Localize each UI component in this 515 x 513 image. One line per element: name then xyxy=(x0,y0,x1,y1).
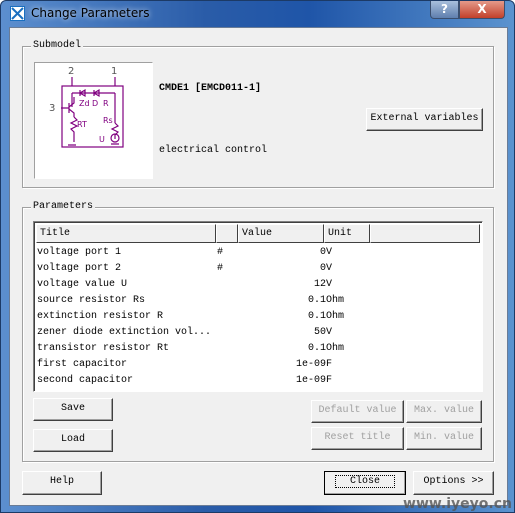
param-flag: # xyxy=(217,247,224,258)
submodel-group-label: Submodel xyxy=(31,40,84,51)
close-window-button[interactable]: X xyxy=(459,1,505,19)
parameters-table[interactable]: Title Value Unit voltage port 1 #0 Vvoltag… xyxy=(33,221,483,392)
param-value: 12 xyxy=(313,279,326,290)
param-value: 0.1 xyxy=(307,295,326,306)
default-value-button[interactable]: Default value xyxy=(311,400,404,423)
rt-label: RT xyxy=(77,120,87,129)
param-unit: V xyxy=(326,327,333,338)
table-row[interactable]: zener diode extinction vol... 50 V xyxy=(36,325,476,341)
submodel-schematic: 2 1 3 Zd D R Rs RT U xyxy=(34,62,153,179)
column-header-flag[interactable] xyxy=(216,224,238,243)
title-bar[interactable]: Change Parameters ? X xyxy=(1,1,515,27)
column-header-title[interactable]: Title xyxy=(36,224,216,243)
submodel-name: CMDE1 [EMCD011-1] xyxy=(159,83,262,94)
table-row[interactable]: voltage port 2 #0 V xyxy=(36,261,476,277)
param-value: 0.1 xyxy=(307,311,326,322)
help-button[interactable]: Help xyxy=(22,471,102,495)
table-row[interactable]: voltage port 1 #0 V xyxy=(36,245,476,261)
param-title: zener diode extinction vol... xyxy=(37,327,212,338)
param-unit: Ohm xyxy=(326,311,345,322)
param-value: 50 xyxy=(313,327,326,338)
reset-title-button[interactable]: Reset title xyxy=(311,427,404,450)
param-title: extinction resistor R xyxy=(37,311,164,322)
min-value-button[interactable]: Min. value xyxy=(406,427,482,450)
param-title: transistor resistor Rt xyxy=(37,343,170,354)
column-header-filler xyxy=(370,224,480,243)
r-label: R xyxy=(103,99,109,108)
param-title: voltage port 2 xyxy=(37,263,122,274)
options-button[interactable]: Options >> xyxy=(413,471,494,495)
dialog-window: Change Parameters ? X Submodel 2 1 3 Zd … xyxy=(0,0,515,513)
table-row[interactable]: source resistor Rs 0.1 Ohm xyxy=(36,293,476,309)
param-unit: Ohm xyxy=(326,343,345,354)
app-icon xyxy=(10,6,25,21)
dialog-client: Submodel 2 1 3 Zd D R Rs RT U CMDE1 [EMC… xyxy=(9,27,508,506)
param-title: voltage port 1 xyxy=(37,247,122,258)
close-button[interactable]: Close xyxy=(324,471,406,495)
submodel-group: Submodel 2 1 3 Zd D R Rs RT U CMDE1 [EMC… xyxy=(22,40,494,188)
close-button-label: Close xyxy=(334,475,395,488)
param-unit: V xyxy=(326,247,333,258)
param-unit: Ohm xyxy=(326,295,345,306)
param-title: source resistor Rs xyxy=(37,295,146,306)
help-title-button[interactable]: ? xyxy=(430,1,459,19)
param-unit: V xyxy=(326,263,333,274)
param-flag: # xyxy=(217,263,224,274)
column-header-value[interactable]: Value xyxy=(238,224,324,243)
submodel-description: electrical control xyxy=(159,145,268,156)
param-title: second capacitor xyxy=(37,375,134,386)
param-title: voltage value U xyxy=(37,279,128,290)
param-value: 1e-09 xyxy=(295,375,326,386)
window-title: Change Parameters xyxy=(31,6,150,20)
save-button[interactable]: Save xyxy=(33,398,113,421)
param-title: first capacitor xyxy=(37,359,128,370)
port1-label: 1 xyxy=(111,66,117,77)
port3-label: 3 xyxy=(49,103,55,114)
table-row[interactable]: first capacitor 1e-09 F xyxy=(36,357,476,373)
rs-label: Rs xyxy=(103,116,113,125)
watermark: www.iyeyo.cn xyxy=(403,496,512,512)
u-label: U xyxy=(99,135,105,144)
table-row[interactable]: transistor resistor Rt 0.1 Ohm xyxy=(36,341,476,357)
d-label: D xyxy=(92,99,98,108)
max-value-button[interactable]: Max. value xyxy=(406,400,482,423)
param-value: 1e-09 xyxy=(295,359,326,370)
param-unit: V xyxy=(326,279,333,290)
param-unit: F xyxy=(326,359,333,370)
table-row[interactable]: voltage value U 12 V xyxy=(36,277,476,293)
port2-label: 2 xyxy=(68,66,74,77)
table-row[interactable]: second capacitor 1e-09 F xyxy=(36,373,476,389)
zd-label: Zd xyxy=(79,99,90,108)
load-button[interactable]: Load xyxy=(33,429,113,452)
parameters-group-label: Parameters xyxy=(31,201,96,212)
param-unit: F xyxy=(326,375,333,386)
column-header-unit[interactable]: Unit xyxy=(324,224,370,243)
external-variables-button[interactable]: External variables xyxy=(366,108,483,131)
param-value: 0.1 xyxy=(307,343,326,354)
table-row[interactable]: extinction resistor R 0.1 Ohm xyxy=(36,309,476,325)
